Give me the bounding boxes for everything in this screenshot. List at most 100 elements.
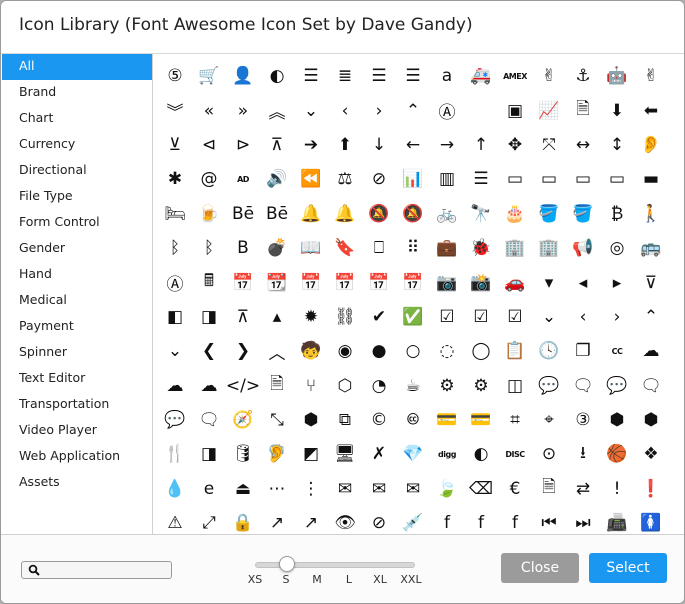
circle-o-notch-icon[interactable]: ◌ — [430, 334, 464, 368]
circle-icon[interactable]: ● — [362, 334, 396, 368]
category-file-type[interactable]: File Type — [2, 184, 152, 210]
arrows-h-icon[interactable]: ↔ — [566, 128, 600, 162]
facebook-official-icon[interactable]: f — [464, 506, 498, 534]
credit-card-icon[interactable]: 💳 — [430, 403, 464, 437]
cube-icon[interactable]: ⬢ — [600, 403, 634, 437]
caret-square-right-icon[interactable]: ◨ — [192, 300, 226, 334]
credit-card-alt-icon[interactable]: 💳 — [464, 403, 498, 437]
envira-icon[interactable]: 🍃 — [430, 472, 464, 506]
angle-double-down-icon[interactable]: ︾ — [158, 93, 192, 127]
binoculars-icon[interactable]: 🔭 — [464, 197, 498, 231]
expand-icon[interactable]: ⤢ — [192, 506, 226, 534]
contao-icon[interactable]: ⧉ — [328, 403, 362, 437]
building-o-icon[interactable]: 🏢 — [532, 231, 566, 265]
css3-icon[interactable]: ③ — [566, 403, 600, 437]
drupal-icon[interactable]: 💧 — [158, 472, 192, 506]
bomb-icon[interactable]: 💣 — [260, 231, 294, 265]
chevron-left-icon[interactable]: ❮ — [192, 334, 226, 368]
arrow-circle-o-up-icon[interactable]: ⊼ — [260, 128, 294, 162]
building-icon[interactable]: 🏢 — [498, 231, 532, 265]
fax-icon[interactable]: 📠 — [600, 506, 634, 534]
file-code-icon[interactable]: 🗎 — [260, 369, 294, 403]
bitbucket-icon[interactable]: 🪣 — [532, 197, 566, 231]
amazon-icon[interactable]: a — [430, 59, 464, 93]
check-circle-o-icon[interactable]: ☑ — [430, 300, 464, 334]
blind-icon[interactable]: 🚶 — [634, 197, 668, 231]
chevron-right-icon[interactable]: ❯ — [226, 334, 260, 368]
battery-quarter-icon[interactable]: ▭ — [532, 162, 566, 196]
battery-full-icon[interactable]: ▬ — [634, 162, 668, 196]
eye-slash-icon[interactable]: ⊘ — [362, 506, 396, 534]
columns-icon[interactable]: ◫ — [498, 369, 532, 403]
file-excel-icon[interactable]: 🗎 — [532, 472, 566, 506]
crosshairs-icon[interactable]: ⌖ — [532, 403, 566, 437]
code-fork-icon[interactable]: ⑂ — [294, 369, 328, 403]
search-input[interactable] — [44, 562, 169, 578]
cloud-icon[interactable]: ☁ — [634, 334, 668, 368]
envelope-o-icon[interactable]: ✉ — [362, 472, 396, 506]
dot-circle-icon[interactable]: ⊙ — [532, 437, 566, 471]
exclamation-triangle-icon[interactable]: ⚠ — [158, 506, 192, 534]
cart-plus-icon[interactable]: 🛒 — [192, 59, 226, 93]
align-justify-icon[interactable]: ≣ — [328, 59, 362, 93]
bars-icon[interactable]: ☰ — [464, 162, 498, 196]
envelope-icon[interactable]: ✉ — [328, 472, 362, 506]
fast-backward-icon[interactable]: ⏮ — [532, 506, 566, 534]
calendar-icon[interactable]: 📅 — [226, 265, 260, 299]
commenting-icon[interactable]: 💬 — [600, 369, 634, 403]
bullhorn-icon[interactable]: 📢 — [566, 231, 600, 265]
code-icon[interactable]: </> — [226, 369, 260, 403]
certificate-icon[interactable]: ✹ — [294, 300, 328, 334]
check-icon[interactable]: ✔ — [362, 300, 396, 334]
exclamation-circle-icon[interactable]: ❗ — [634, 472, 668, 506]
align-center-icon[interactable]: ☰ — [294, 59, 328, 93]
category-currency[interactable]: Currency — [2, 132, 152, 158]
select-button[interactable]: Select — [589, 553, 667, 583]
bluetooth-b-icon[interactable]: ᛒ — [192, 231, 226, 265]
barcode-icon[interactable]: ▥ — [430, 162, 464, 196]
birthday-cake-icon[interactable]: 🎂 — [498, 197, 532, 231]
bookmark-o-icon[interactable]: ⎕ — [362, 231, 396, 265]
angle-left-icon[interactable]: ‹ — [328, 93, 362, 127]
calculator-icon[interactable]: 🖩 — [192, 265, 226, 299]
euro-icon[interactable]: € — [498, 472, 532, 506]
coffee-icon[interactable]: ☕ — [396, 369, 430, 403]
exchange-icon[interactable]: ⇄ — [566, 472, 600, 506]
diners-club-icon[interactable]: ◐ — [464, 437, 498, 471]
caret-left-icon[interactable]: ◂ — [566, 265, 600, 299]
calendar-plus-icon[interactable]: 📅 — [328, 265, 362, 299]
chrome-icon[interactable]: ◉ — [328, 334, 362, 368]
dribbble-icon[interactable]: 🏀 — [600, 437, 634, 471]
file-audio-icon[interactable]: 🗎 — [566, 93, 600, 127]
eraser-icon[interactable]: ⌫ — [464, 472, 498, 506]
arrow-down-icon[interactable]: ↓ — [362, 128, 396, 162]
bold-icon[interactable]: B — [226, 231, 260, 265]
eyedropper-icon[interactable]: 💉 — [396, 506, 430, 534]
battery-empty-icon[interactable]: ▭ — [498, 162, 532, 196]
at-icon[interactable]: @ — [192, 162, 226, 196]
arrow-right-icon[interactable]: → — [430, 128, 464, 162]
download-icon[interactable]: ⭳ — [566, 437, 600, 471]
comment-icon[interactable]: 💬 — [532, 369, 566, 403]
briefcase-icon[interactable]: 💼 — [430, 231, 464, 265]
cutlery-icon[interactable]: 🍴 — [158, 437, 192, 471]
clock-icon[interactable]: 🕓 — [532, 334, 566, 368]
peace-hand-icon[interactable]: ✌ — [634, 59, 668, 93]
caret-up-icon[interactable]: ▴ — [260, 300, 294, 334]
caret-square-down-icon[interactable]: ⊽ — [634, 265, 668, 299]
category-hand[interactable]: Hand — [2, 262, 152, 288]
chevron-circle-up-icon[interactable]: ⌃ — [634, 300, 668, 334]
angle-double-up-icon[interactable]: ︽ — [260, 93, 294, 127]
chevron-circle-right-icon[interactable]: › — [600, 300, 634, 334]
battery-half-icon[interactable]: ▭ — [566, 162, 600, 196]
arrows-v-icon[interactable]: ↕ — [600, 128, 634, 162]
calendar-check-icon[interactable]: 📅 — [396, 265, 430, 299]
bed-icon[interactable]: 🛏 — [158, 197, 192, 231]
bell-slash-icon[interactable]: 🔕 — [362, 197, 396, 231]
ambulance-icon[interactable]: 🚑 — [464, 59, 498, 93]
child-icon[interactable]: 🧒 — [294, 334, 328, 368]
category-form-control[interactable]: Form Control — [2, 210, 152, 236]
delicious-icon[interactable]: ◩ — [294, 437, 328, 471]
braille-icon[interactable]: ⠿ — [396, 231, 430, 265]
circle-thin-icon[interactable]: ◯ — [464, 334, 498, 368]
